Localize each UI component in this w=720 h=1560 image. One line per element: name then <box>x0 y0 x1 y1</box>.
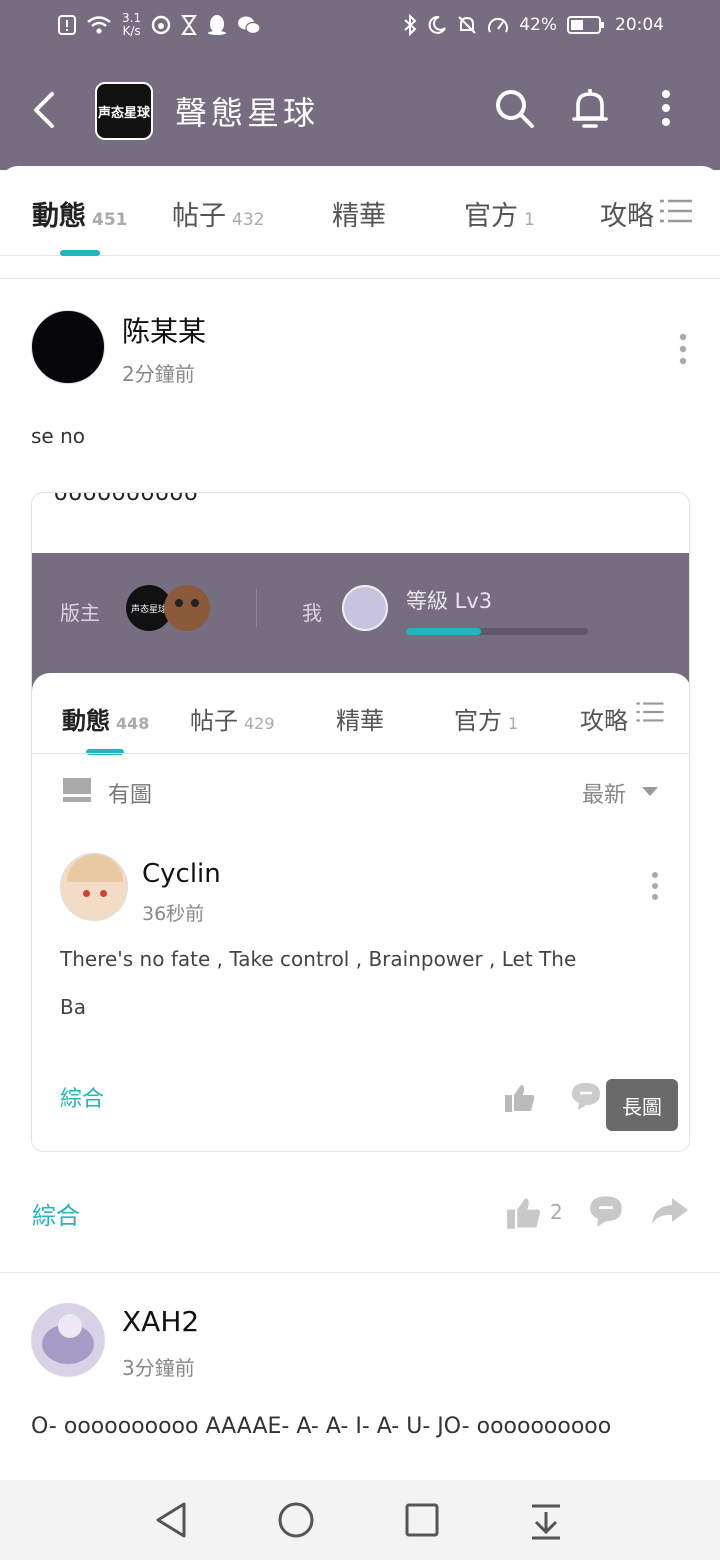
app-bar: 声态星球 聲態星球 <box>0 52 720 170</box>
nav-recents-icon[interactable] <box>400 1498 444 1542</box>
inner-post-time: 36秒前 <box>142 903 205 925</box>
app-logo: 声态星球 <box>95 82 153 140</box>
avatar[interactable] <box>31 310 105 384</box>
battery-icon <box>567 16 604 34</box>
chevron-down-icon <box>642 787 658 796</box>
clock: 20:04 <box>615 15 664 35</box>
bluetooth-icon <box>404 14 417 36</box>
qq-icon <box>208 15 227 35</box>
embedded-header-band: 版主 声态星球 我 等級 Lv3 <box>32 553 689 693</box>
tab-posts[interactable]: 帖子 432 <box>172 194 264 233</box>
divider <box>0 278 720 279</box>
nav-notifications-icon[interactable] <box>524 1498 568 1542</box>
sort-label: 最新 <box>582 783 627 808</box>
inner-post-text-line: Ba <box>60 995 86 1019</box>
like-icon <box>505 1085 535 1112</box>
tab-bar: 動態 451 帖子 432 精華 官方 1 攻略 <box>0 166 720 256</box>
wechat-icon <box>238 16 261 35</box>
embedded-tab-menu-icon <box>636 702 664 722</box>
clipped-text: oooooooooo <box>54 492 199 506</box>
level-label: 等級 Lv3 <box>406 589 493 613</box>
more-vert-icon[interactable] <box>644 86 688 130</box>
nav-home-icon[interactable] <box>274 1498 318 1542</box>
embedded-tab-guides: 攻略 <box>580 707 628 735</box>
my-avatar <box>342 585 388 631</box>
divider <box>256 589 257 627</box>
embedded-tab-dynamics: 動態 448 <box>62 707 150 735</box>
divider <box>0 1272 720 1273</box>
divider <box>32 753 689 754</box>
embedded-tab-featured: 精華 <box>336 707 384 735</box>
post-text: O- oooooooooo AAAAE- A- A- I- A- U- JO- … <box>31 1414 612 1439</box>
alert-icon <box>58 15 76 35</box>
comment-icon <box>572 1083 600 1110</box>
moderator-label: 版主 <box>60 601 100 625</box>
tab-dynamics[interactable]: 動態 451 <box>32 194 128 233</box>
back-arrow-icon[interactable] <box>28 88 62 132</box>
filter-label: 有圖 <box>108 783 153 808</box>
embedded-tab-indicator <box>86 749 124 755</box>
embedded-tab-posts: 帖子 429 <box>190 707 275 735</box>
app-title: 聲態星球 <box>175 94 320 132</box>
tab-guides[interactable]: 攻略 <box>600 194 654 233</box>
inner-post-username: Cyclin <box>142 859 221 889</box>
inner-post-text-line: There's no fate , Take control , Brainpo… <box>60 947 577 971</box>
image-filter-icon <box>63 778 91 802</box>
level-progress-bar <box>406 628 588 635</box>
post-image[interactable]: oooooooooo 版主 声态星球 我 等級 Lv3 動態 448 帖子 429 … <box>31 492 690 1152</box>
moon-icon <box>428 15 447 34</box>
post-username[interactable]: 陈某某 <box>122 310 206 350</box>
avatar[interactable] <box>31 1303 105 1377</box>
mute-icon <box>458 16 476 34</box>
long-image-badge: 長圖 <box>606 1079 678 1131</box>
moderator-avatar <box>164 585 210 631</box>
like-count: 2 <box>550 1200 563 1224</box>
tab-featured[interactable]: 精華 <box>332 194 386 233</box>
level-progress-fill <box>406 628 481 635</box>
embedded-tab-official: 官方 1 <box>454 707 519 735</box>
nav-back-icon[interactable] <box>150 1498 194 1542</box>
status-bar: 3.1 K/s 42% 20:04 <box>0 0 720 52</box>
tab-official[interactable]: 官方 1 <box>464 194 535 233</box>
search-icon[interactable] <box>492 86 536 130</box>
share-icon[interactable] <box>650 1196 690 1226</box>
post-time: 3分鐘前 <box>122 1356 195 1380</box>
wifi-icon <box>87 16 111 34</box>
speedometer-icon <box>488 17 509 33</box>
system-nav-bar <box>0 1480 720 1560</box>
post-time: 2分鐘前 <box>122 362 195 386</box>
like-icon[interactable] <box>506 1196 542 1230</box>
hourglass-icon <box>181 15 197 35</box>
inner-post-category: 綜合 <box>60 1087 105 1112</box>
tab-menu-icon[interactable] <box>660 198 692 224</box>
comment-icon[interactable] <box>588 1194 624 1228</box>
me-label: 我 <box>302 601 322 625</box>
embedded-content: 動態 448 帖子 429 精華 官方 1 攻略 有圖 最新 Cyclin 36秒前 … <box>32 673 689 1151</box>
battery-percent: 42% <box>519 15 557 35</box>
inner-post-more-icon <box>652 872 658 900</box>
post-username[interactable]: XAH2 <box>122 1305 199 1338</box>
post-text: se no <box>31 424 85 448</box>
post-category-tag[interactable]: 綜合 <box>32 1196 80 1231</box>
bell-icon[interactable] <box>568 86 612 130</box>
tab-active-indicator <box>60 250 100 256</box>
net-speed: 3.1 K/s <box>122 11 142 38</box>
app-notification-icon <box>151 15 171 35</box>
post-more-icon[interactable] <box>678 332 688 366</box>
inner-post-avatar <box>60 853 128 921</box>
